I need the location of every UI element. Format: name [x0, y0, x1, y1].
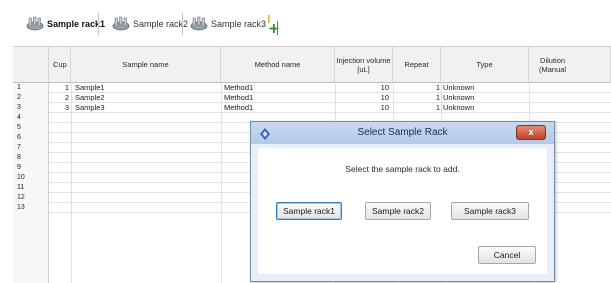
- row-number: 6: [13, 133, 49, 143]
- tab-sample-rack2[interactable]: Sample rack2: [112, 10, 188, 38]
- cell-injection-volume[interactable]: 10: [335, 103, 389, 113]
- cell-cup[interactable]: 2: [49, 93, 71, 103]
- select-sample-rack3-button[interactable]: Sample rack3: [451, 202, 529, 220]
- row-number: 1: [13, 83, 49, 93]
- cell-method-name[interactable]: Method1: [224, 83, 332, 93]
- tab-label: Sample rack2: [133, 19, 189, 29]
- cell-type[interactable]: Unknown: [443, 93, 527, 103]
- row-number: 13: [13, 203, 49, 213]
- sample-rack-icon: [26, 16, 44, 32]
- tab-label: Sample rack3: [211, 19, 267, 29]
- row-number: 12: [13, 193, 49, 203]
- cell-cup[interactable]: 1: [49, 83, 71, 93]
- dialog-title: Select Sample Rack: [357, 127, 448, 138]
- cell-method-name[interactable]: Method1: [224, 103, 332, 113]
- column-header-method-name[interactable]: Method name: [221, 47, 335, 83]
- row-number: 11: [13, 183, 49, 193]
- sample-rack-icon: [112, 16, 130, 32]
- cell-sample-name[interactable]: Sample3: [75, 103, 215, 113]
- column-header-dilution[interactable]: Dilution (Manual: [529, 47, 611, 83]
- row-number-header: [13, 47, 49, 83]
- table-row[interactable]: 1 1 Sample1 Method1 10 1 Unknown: [13, 83, 611, 93]
- table-row[interactable]: 3 3 Sample3 Method1 10 1 Unknown: [13, 103, 611, 113]
- dialog-body: Select the sample rack to add. Sample ra…: [258, 148, 547, 274]
- column-header-injection-volume[interactable]: Injection volume [uL]: [335, 47, 393, 83]
- cell-type[interactable]: Unknown: [443, 83, 527, 93]
- tab-sample-rack3[interactable]: Sample rack3: [190, 10, 266, 38]
- dialog-titlebar[interactable]: Select Sample Rack x: [251, 122, 554, 144]
- row-number: 9: [13, 163, 49, 173]
- column-header-type[interactable]: Type: [441, 47, 529, 83]
- row-number: 3: [13, 103, 49, 113]
- cell-sample-name[interactable]: Sample2: [75, 93, 215, 103]
- close-icon: x: [528, 127, 534, 137]
- row-number-gutter: [13, 213, 49, 283]
- column-header-cup[interactable]: Cup: [49, 47, 71, 83]
- rack-tab-bar: Sample rack1 Sample rack2 Sample rack3: [0, 0, 611, 46]
- cell-type[interactable]: Unknown: [443, 103, 527, 113]
- cell-repeat[interactable]: 1: [393, 93, 440, 103]
- sample-rack-icon: [190, 16, 208, 32]
- select-sample-rack2-button[interactable]: Sample rack2: [365, 202, 431, 220]
- column-header-repeat[interactable]: Repeat: [393, 47, 441, 83]
- cell-injection-volume[interactable]: 10: [335, 83, 389, 93]
- row-number: 4: [13, 113, 49, 123]
- cancel-button[interactable]: Cancel: [478, 246, 536, 264]
- close-button[interactable]: x: [516, 125, 546, 140]
- add-rack-icon: [263, 15, 283, 40]
- tab-divider: [182, 12, 183, 36]
- tab-divider: [98, 12, 99, 36]
- row-number: 7: [13, 143, 49, 153]
- row-number: 8: [13, 153, 49, 163]
- table-row[interactable]: 2 2 Sample2 Method1 10 1 Unknown: [13, 93, 611, 103]
- column-header-sample-name[interactable]: Sample name: [71, 47, 221, 83]
- cell-method-name[interactable]: Method1: [224, 93, 332, 103]
- row-number: 2: [13, 93, 49, 103]
- cell-injection-volume[interactable]: 10: [335, 93, 389, 103]
- cell-cup[interactable]: 3: [49, 103, 71, 113]
- add-rack-button[interactable]: [263, 12, 283, 36]
- row-number: 10: [13, 173, 49, 183]
- cell-sample-name[interactable]: Sample1: [75, 83, 215, 93]
- select-sample-rack-dialog: Select Sample Rack x Select the sample r…: [250, 121, 555, 282]
- cell-repeat[interactable]: 1: [393, 103, 440, 113]
- dialog-prompt: Select the sample rack to add.: [345, 164, 460, 174]
- tab-label: Sample rack1: [47, 19, 106, 29]
- tab-sample-rack1[interactable]: Sample rack1: [26, 10, 105, 38]
- row-number: 5: [13, 123, 49, 133]
- select-sample-rack1-button[interactable]: Sample rack1: [276, 202, 342, 220]
- cell-repeat[interactable]: 1: [393, 83, 440, 93]
